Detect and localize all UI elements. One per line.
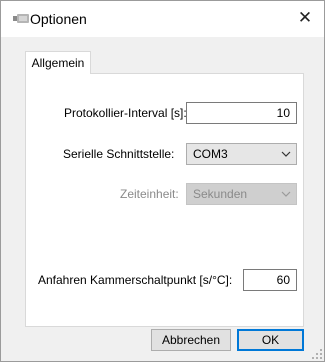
tab-allgemein[interactable]: Allgemein [25, 51, 91, 74]
dialog-body: Allgemein Protokollier-Interval [s]: 10 … [1, 37, 324, 361]
serielle-schnittstelle-label: Serielle Schnittstelle: [63, 147, 175, 161]
resize-grip-icon[interactable] [312, 349, 322, 359]
zeiteinheit-value: Sekunden [193, 187, 248, 201]
protokollier-interval-input[interactable]: 10 [186, 102, 297, 124]
serielle-schnittstelle-dropdown[interactable]: COM3 [186, 143, 297, 165]
chevron-down-icon [281, 191, 291, 197]
title-bar[interactable]: Optionen ✕ [1, 1, 324, 37]
tab-panel-allgemein: Protokollier-Interval [s]: 10 Serielle S… [25, 73, 304, 327]
window-title: Optionen [30, 11, 87, 27]
protokollier-interval-label: Protokollier-Interval [s]: [64, 106, 187, 120]
ok-button[interactable]: OK [237, 329, 304, 351]
serielle-schnittstelle-value: COM3 [193, 147, 228, 161]
app-icon [13, 14, 29, 23]
close-icon[interactable]: ✕ [294, 7, 316, 29]
chevron-down-icon [281, 151, 291, 157]
cancel-button[interactable]: Abbrechen [151, 329, 231, 351]
options-dialog: Optionen ✕ Allgemein Protokollier-Interv… [0, 0, 325, 362]
zeiteinheit-dropdown[interactable]: Sekunden [186, 183, 297, 205]
anfahren-kammerschaltpunkt-label: Anfahren Kammerschaltpunkt [s/°C]: [38, 273, 233, 287]
anfahren-kammerschaltpunkt-input[interactable]: 60 [243, 269, 297, 291]
zeiteinheit-label: Zeiteinheit: [120, 187, 179, 201]
